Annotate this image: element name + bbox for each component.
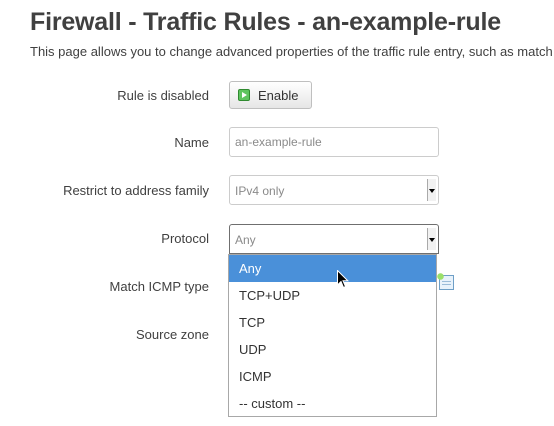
protocol-option-custom[interactable]: -- custom -- bbox=[229, 390, 436, 417]
address-family-select[interactable]: IPv4 only bbox=[229, 175, 439, 205]
address-family-label: Restrict to address family bbox=[63, 183, 209, 198]
enable-button-label: Enable bbox=[258, 87, 299, 103]
protocol-option-udp[interactable]: UDP bbox=[229, 336, 436, 363]
source-zone-label: Source zone bbox=[136, 327, 209, 342]
name-field[interactable] bbox=[229, 127, 439, 157]
page-title: Firewall - Traffic Rules - an-example-ru… bbox=[30, 8, 501, 36]
mouse-pointer-icon bbox=[337, 270, 349, 289]
enable-rule-button[interactable]: Enable bbox=[229, 81, 312, 109]
page-description: This page allows you to change advanced … bbox=[30, 44, 553, 59]
protocol-dropdown-list: Any TCP+UDP TCP UDP ICMP -- custom -- bbox=[228, 254, 437, 417]
protocol-option-any[interactable]: Any bbox=[229, 255, 436, 282]
protocol-option-icmp[interactable]: ICMP bbox=[229, 363, 436, 390]
rule-status-label: Rule is disabled bbox=[117, 88, 209, 103]
protocol-select[interactable]: Any bbox=[229, 224, 439, 254]
dropdown-arrow-icon[interactable] bbox=[427, 179, 436, 201]
icmp-type-label: Match ICMP type bbox=[109, 279, 209, 294]
protocol-label: Protocol bbox=[161, 231, 209, 246]
address-family-value: IPv4 only bbox=[235, 184, 285, 198]
protocol-option-tcp[interactable]: TCP bbox=[229, 309, 436, 336]
protocol-value: Any bbox=[235, 233, 256, 247]
name-label: Name bbox=[174, 135, 209, 150]
traffic-rule-page: Firewall - Traffic Rules - an-example-ru… bbox=[0, 0, 554, 426]
protocol-option-tcp-udp[interactable]: TCP+UDP bbox=[229, 282, 436, 309]
dropdown-arrow-icon[interactable] bbox=[427, 228, 436, 250]
enable-icon bbox=[238, 89, 250, 101]
add-list-item-icon[interactable] bbox=[437, 273, 454, 290]
